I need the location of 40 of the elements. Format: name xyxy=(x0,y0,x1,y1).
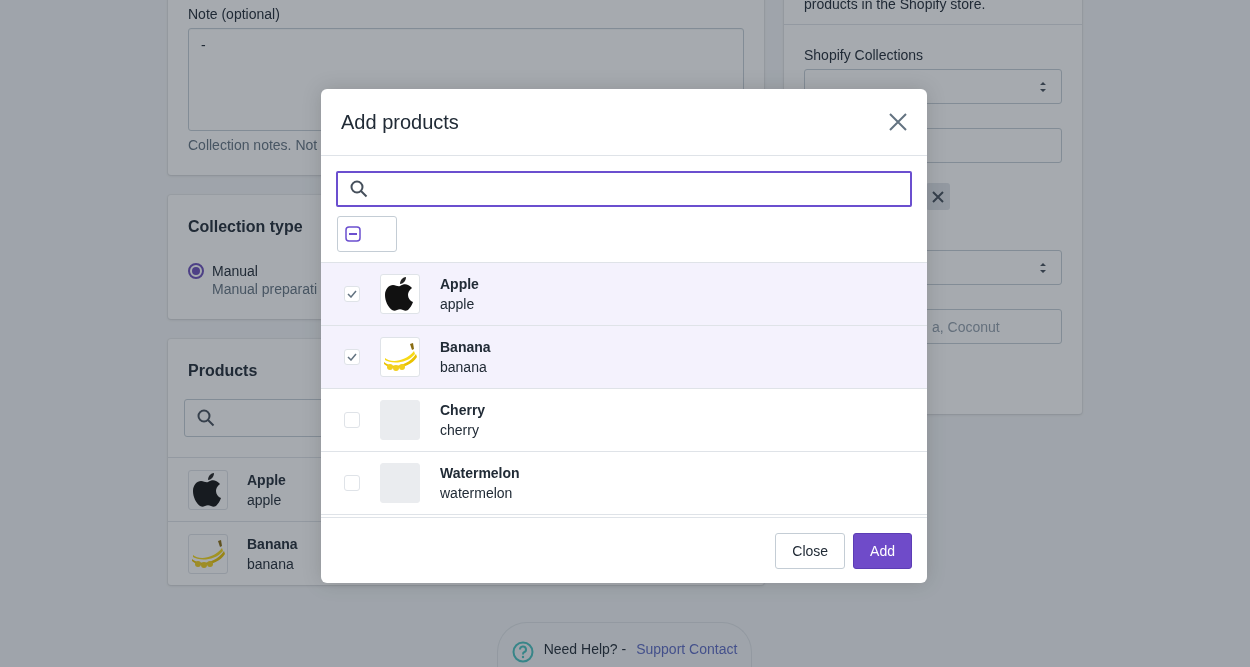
field-label: Note (optional) xyxy=(188,5,281,24)
product-name: Watermelon xyxy=(440,464,520,483)
search-icon xyxy=(197,409,215,427)
checkmark-icon xyxy=(347,353,357,361)
product-name: Apple xyxy=(247,470,286,490)
support-link[interactable]: Support Contact xyxy=(636,641,738,657)
product-handle: cherry xyxy=(440,421,480,440)
card-title: Collection type xyxy=(188,217,303,237)
help-icon xyxy=(511,641,534,663)
bulk-select-button[interactable] xyxy=(337,216,397,252)
product-handle: banana xyxy=(247,554,295,574)
search-field[interactable] xyxy=(336,171,912,207)
help-text: Need Help? - xyxy=(543,641,627,657)
search-icon xyxy=(350,180,368,198)
checkbox[interactable] xyxy=(344,286,360,302)
help-text: Collection notes. Not xyxy=(188,136,319,155)
option-description: Manual preparati xyxy=(212,280,318,299)
checkbox[interactable] xyxy=(344,412,360,428)
remove-tag-icon[interactable] xyxy=(932,190,944,203)
select-arrows-icon xyxy=(1039,260,1047,275)
checkbox[interactable] xyxy=(344,475,360,491)
add-button[interactable]: Add xyxy=(853,532,912,569)
product-handle: banana xyxy=(440,358,488,377)
product-name: Apple xyxy=(440,275,479,294)
indeterminate-checkbox-icon xyxy=(345,226,361,242)
close-icon xyxy=(889,113,907,131)
checkmark-icon xyxy=(347,290,357,298)
radio-button[interactable] xyxy=(188,263,204,279)
radio-label: Manual xyxy=(212,263,258,279)
product-handle: apple xyxy=(247,490,283,510)
close-dialog-button[interactable]: Close xyxy=(775,532,846,569)
product-handle: watermelon xyxy=(440,484,514,503)
product-name: Banana xyxy=(440,338,491,357)
product-name: Banana xyxy=(247,534,298,554)
product-handle: apple xyxy=(440,295,476,314)
checkbox[interactable] xyxy=(344,349,360,365)
product-name: Cherry xyxy=(440,401,486,420)
field-label: Shopify Collections xyxy=(804,46,925,65)
select-arrows-icon xyxy=(1039,79,1047,94)
card-title: Products xyxy=(188,361,258,381)
